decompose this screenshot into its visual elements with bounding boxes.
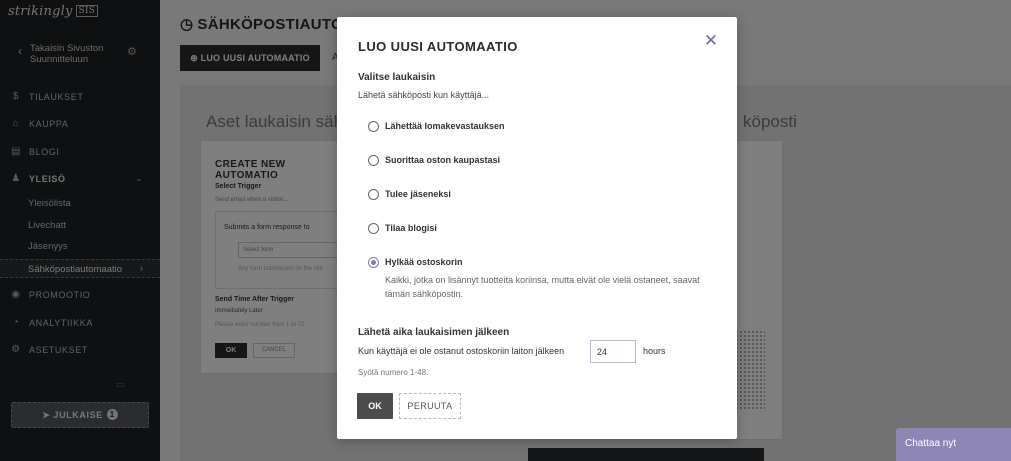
- close-icon[interactable]: ✕: [701, 31, 721, 51]
- delay-hint: Syötä numero 1-48.: [358, 368, 429, 377]
- radio-label: Lähettää lomakevastauksen: [385, 121, 505, 131]
- chat-now-button[interactable]: Chattaa nyt: [896, 428, 1011, 461]
- radio-button[interactable]: [368, 223, 379, 234]
- radio-button-checked[interactable]: [368, 257, 379, 268]
- trigger-section-heading: Valitse laukaisin: [358, 72, 436, 83]
- delay-unit: hours: [643, 346, 666, 356]
- radio-label: Tulee jäseneksi: [385, 189, 451, 199]
- ok-button[interactable]: OK: [357, 393, 393, 419]
- delay-description: Kun käyttäjä ei ole ostanut ostoskoriin …: [358, 346, 565, 356]
- radio-button[interactable]: [368, 121, 379, 132]
- delay-section-heading: Lähetä aika laukaisimen jälkeen: [358, 327, 510, 338]
- trigger-section-subtext: Lähetä sähköposti kun käyttäjä...: [358, 90, 490, 100]
- radio-button[interactable]: [368, 189, 379, 200]
- abandoned-cart-description: Kaikki, jotka on lisännyt tuotteita kori…: [385, 275, 700, 299]
- radio-label: Suorittaa oston kaupastasi: [385, 155, 501, 165]
- modal-title: LUO UUSI AUTOMAATIO: [358, 39, 518, 54]
- radio-label: Hylkää ostoskorin: [385, 257, 463, 267]
- delay-hours-input[interactable]: [590, 340, 636, 363]
- radio-button[interactable]: [368, 155, 379, 166]
- cancel-button[interactable]: PERUUTA: [399, 393, 461, 419]
- create-automation-modal: LUO UUSI AUTOMAATIO ✕ Valitse laukaisin …: [337, 17, 737, 439]
- radio-label: Tilaa blogisi: [385, 223, 437, 233]
